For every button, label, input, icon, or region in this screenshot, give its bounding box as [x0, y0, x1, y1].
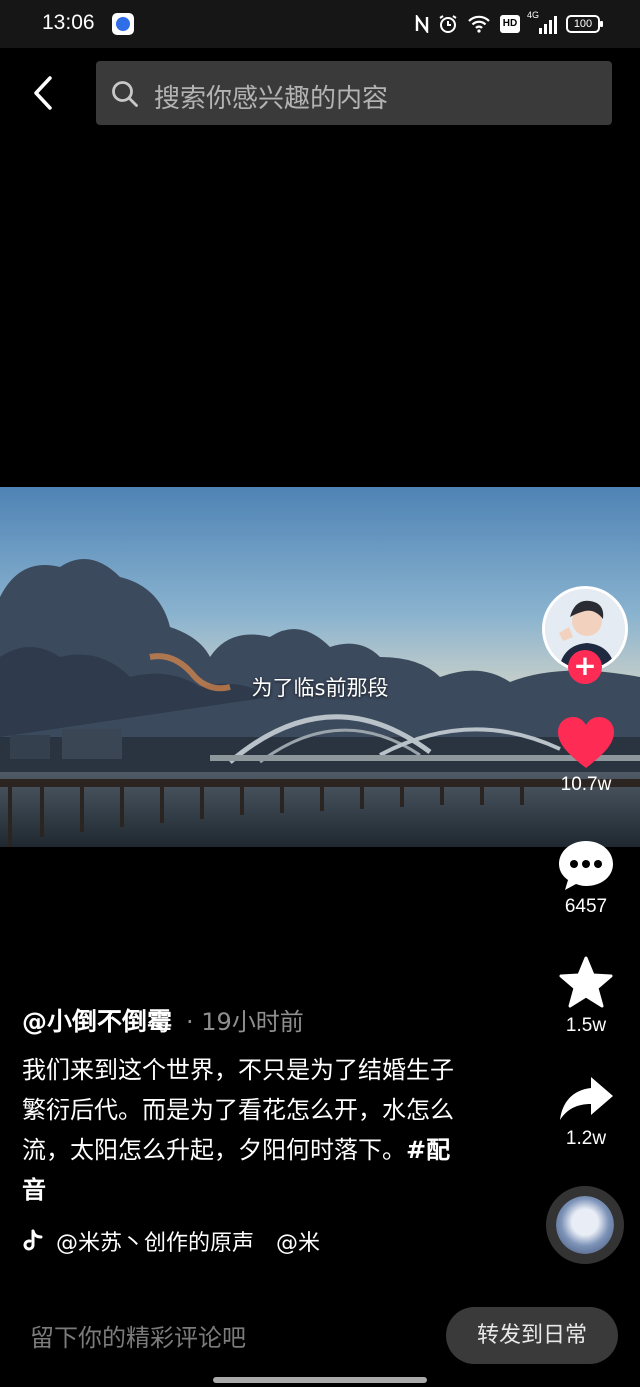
favorite-count: 1.5w	[565, 1015, 607, 1036]
search-icon	[112, 81, 138, 107]
music-title: @米苏丶创作的原声 @米	[56, 1231, 321, 1256]
chevron-left-icon	[34, 76, 52, 110]
post-description: 我们来到这个世界，不只是为了结婚生子繁衍后代。而是为了看花怎么开，水怎么流，太阳…	[22, 1050, 462, 1210]
search-placeholder: 搜索你感兴趣的内容	[154, 84, 389, 114]
video-subtitle: 为了临s前那段	[251, 676, 389, 700]
music-link[interactable]: @米苏丶创作的原声 @米	[22, 1224, 342, 1258]
like-count: 10.7w	[560, 774, 612, 795]
hd-icon: HD	[500, 15, 520, 33]
author-avatar-button[interactable]: +	[542, 586, 628, 684]
favorite-button[interactable]: 1.5w	[548, 955, 624, 1037]
status-icons: HD 4G 100	[415, 10, 603, 36]
music-cover-image	[556, 1196, 614, 1254]
search-input[interactable]: 搜索你感兴趣的内容	[96, 61, 612, 125]
home-indicator[interactable]	[213, 1377, 427, 1383]
signal-icon: 4G	[527, 10, 557, 34]
status-bar: 13:06 HD 4G 100	[0, 0, 640, 48]
description-text: 我们来到这个世界，不只是为了结婚生子繁衍后代。而是为了看花怎么开，水怎么流，太阳…	[22, 1056, 454, 1164]
follow-plus-icon[interactable]: +	[568, 650, 602, 684]
like-button[interactable]: 10.7w	[548, 716, 624, 796]
back-button[interactable]	[22, 68, 66, 118]
battery-icon: 100	[566, 15, 603, 33]
share-count: 1.2w	[565, 1128, 607, 1149]
network-type-label: 4G	[527, 10, 540, 20]
post-time: · 19小时前	[186, 1008, 304, 1036]
music-disc-button[interactable]	[546, 1186, 624, 1264]
comment-button[interactable]: 6457	[548, 838, 624, 918]
share-to-daily-button[interactable]: 转发到日常	[446, 1307, 618, 1364]
heart-icon	[558, 717, 614, 768]
share-arrow-icon	[560, 1077, 613, 1120]
author-name-link[interactable]: @小倒不倒霉	[22, 1002, 172, 1038]
share-button[interactable]: 1.2w	[548, 1074, 624, 1150]
comment-bubble-icon	[559, 841, 613, 890]
comment-count: 6457	[564, 896, 608, 917]
star-icon	[559, 956, 613, 1008]
app-notification-icon	[112, 13, 134, 35]
status-time: 13:06	[42, 11, 95, 34]
nfc-icon	[415, 15, 429, 33]
alarm-icon	[439, 15, 457, 33]
comment-input[interactable]: 留下你的精彩评论吧	[30, 1318, 246, 1353]
music-note-icon	[23, 1229, 43, 1251]
wifi-icon	[468, 15, 490, 33]
author-line: @小倒不倒霉 · 19小时前	[22, 1002, 304, 1036]
